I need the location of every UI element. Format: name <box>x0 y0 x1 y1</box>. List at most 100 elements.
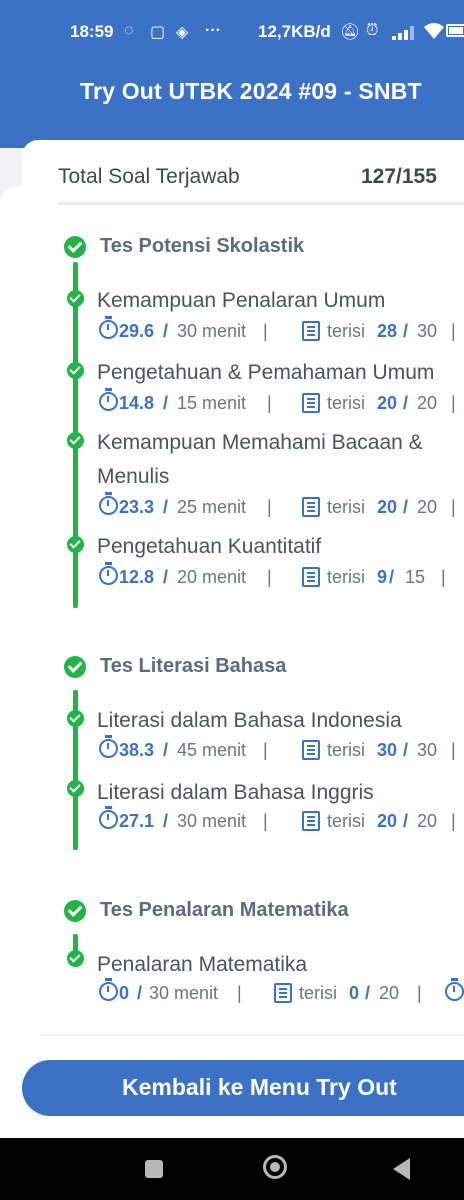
total-count: 30 <box>417 740 438 760</box>
document-icon <box>302 393 320 413</box>
system-nav-bar <box>0 1138 464 1200</box>
slash: / <box>389 567 395 587</box>
document-icon <box>302 497 320 517</box>
separator: | <box>451 811 456 831</box>
document-icon <box>302 567 320 587</box>
slash: / <box>403 393 409 413</box>
slash: / <box>163 740 169 760</box>
filled-label: terisi <box>327 321 366 341</box>
subtest-title-line1[interactable]: Kemampuan Memahami Bacaan & <box>97 427 423 458</box>
document-icon <box>302 811 320 831</box>
alarm-icon: ⏰︎ <box>366 22 379 39</box>
filled-count: 30 <box>377 740 398 760</box>
separator: | <box>263 811 268 831</box>
subtest-check-icon <box>67 362 84 379</box>
time-total: 30 menit <box>177 811 247 831</box>
time-total: 30 menit <box>149 983 219 1003</box>
instagram-icon: ▢ <box>150 24 166 41</box>
time-total: 25 menit <box>177 497 247 517</box>
total-count: 15 <box>405 567 426 587</box>
subtest-check-icon <box>67 710 84 727</box>
separator: | <box>267 567 272 587</box>
filled-label: terisi <box>327 811 366 831</box>
section-title: Tes Penalaran Matematika <box>100 899 349 921</box>
total-count: 20 <box>379 983 400 1003</box>
slash: / <box>163 497 169 517</box>
slash: / <box>137 983 143 1003</box>
filled-label: terisi <box>327 567 366 587</box>
timer-icon <box>99 735 118 758</box>
time-used: 23.3 <box>119 497 155 517</box>
status-time: 18:59 <box>70 22 114 41</box>
document-icon <box>302 321 320 341</box>
whatsapp-icon: ◌ <box>124 22 134 39</box>
slash: / <box>163 567 169 587</box>
subtest-title[interactable]: Kemampuan Penalaran Umum <box>97 285 385 316</box>
subtest-check-icon <box>67 290 84 307</box>
section-check-icon <box>64 236 86 258</box>
slash: / <box>403 321 409 341</box>
timer-icon <box>99 388 118 411</box>
back-to-tryout-menu-button[interactable]: Kembali ke Menu Try Out <box>22 1060 464 1116</box>
results-card: Total Soal Terjawab 127/155 Tes Potensi … <box>22 140 464 1035</box>
total-count: 30 <box>417 321 438 341</box>
separator: | <box>263 321 268 341</box>
time-used: 38.3 <box>119 740 155 760</box>
time-used: 29.6 <box>119 321 155 341</box>
separator: | <box>451 393 456 413</box>
subtest-title[interactable]: Pengetahuan Kuantitatif <box>97 531 321 562</box>
time-used: 12.8 <box>119 567 155 587</box>
time-total: 30 menit <box>177 321 247 341</box>
filled-count: 0 <box>349 983 360 1003</box>
separator: | <box>237 983 242 1003</box>
document-icon <box>274 983 292 1003</box>
filled-label: terisi <box>327 740 366 760</box>
filled-count: 9 <box>377 567 388 587</box>
subtest-title[interactable]: Literasi dalam Bahasa Indonesia <box>97 705 402 736</box>
network-speed: 12,7KB/d <box>258 22 331 41</box>
back-icon[interactable] <box>393 1158 410 1180</box>
timer-icon <box>99 806 118 829</box>
total-count: 20 <box>417 497 438 517</box>
separator: | <box>417 983 422 1003</box>
filled-count: 20 <box>377 497 398 517</box>
slash: / <box>403 740 409 760</box>
subtest-check-icon <box>67 950 84 967</box>
filled-count: 20 <box>377 811 398 831</box>
separator: | <box>451 497 456 517</box>
mute-icon: 🔕︎ <box>340 24 361 41</box>
subtest-title-line2[interactable]: Menulis <box>97 461 169 492</box>
subtest-check-icon <box>67 536 84 553</box>
check-circle-icon <box>445 978 464 1001</box>
more-dots-icon: ··· <box>205 22 221 39</box>
filled-label: terisi <box>299 983 338 1003</box>
status-bar: 18:59 ◌ ▢ ◈ ··· 12,7KB/d 🔕︎ ⏰︎ <box>0 0 464 62</box>
subtest-check-icon <box>67 780 84 797</box>
recent-apps-icon[interactable] <box>145 1160 163 1178</box>
home-icon[interactable] <box>263 1155 287 1179</box>
time-total: 15 menit <box>177 393 247 413</box>
filled-label: terisi <box>327 497 366 517</box>
subtest-title[interactable]: Literasi dalam Bahasa Inggris <box>97 777 374 808</box>
wifi-icon <box>424 23 444 39</box>
timer-icon <box>99 492 118 515</box>
total-count: 20 <box>417 811 438 831</box>
filled-count: 20 <box>377 393 398 413</box>
subtest-title[interactable]: Pengetahuan & Pemahaman Umum <box>97 357 434 388</box>
separator: | <box>267 497 272 517</box>
separator: | <box>267 393 272 413</box>
total-answered-value: 127/155 <box>361 165 437 188</box>
slash: / <box>163 393 169 413</box>
time-used: 27.1 <box>119 811 155 831</box>
layers-icon: ◈ <box>176 24 189 41</box>
subtest-title[interactable]: Penalaran Matematika <box>97 949 307 980</box>
time-total: 20 menit <box>177 567 247 587</box>
separator: | <box>451 740 456 760</box>
section-check-icon <box>64 900 86 922</box>
section-check-icon <box>64 656 86 678</box>
slash: / <box>163 321 169 341</box>
slash: / <box>403 497 409 517</box>
timer-icon <box>99 978 118 1001</box>
timer-icon <box>99 316 118 339</box>
slash: / <box>403 811 409 831</box>
